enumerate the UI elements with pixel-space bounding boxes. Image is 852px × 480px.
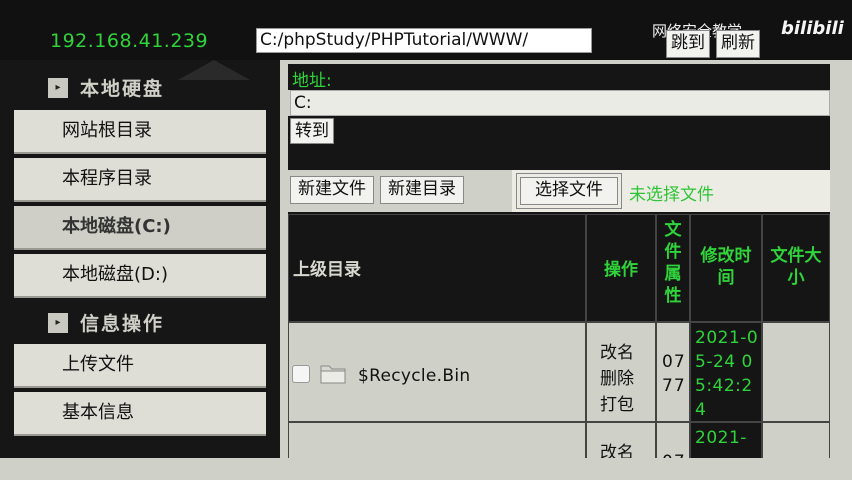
path-input[interactable]: C:/phpStudy/PHPTutorial/WWW/ [256, 28, 592, 53]
address-input[interactable]: C: [290, 90, 830, 116]
sidebar-item-upload[interactable]: 上传文件 [14, 344, 266, 388]
new-file-button[interactable]: 新建文件 [290, 176, 374, 204]
sidebar-heading-info-ops: ▸ 信息操作 [48, 305, 248, 341]
bottom-band [0, 458, 852, 480]
new-dir-button[interactable]: 新建目录 [380, 176, 464, 204]
goto-strip [288, 116, 830, 170]
pack-link[interactable]: 打包 [600, 390, 634, 415]
server-ip: 192.168.41.239 [50, 30, 209, 52]
sidebar-item-program-dir[interactable]: 本程序目录 [14, 158, 266, 202]
goto-button[interactable]: 转到 [290, 118, 334, 144]
parent-dir-header[interactable]: 上级目录 [288, 214, 586, 322]
rename-link[interactable]: 改名 [600, 338, 634, 363]
mtime-value: 2021-05-24 05:42:24 [695, 328, 759, 420]
folder-icon [320, 365, 346, 384]
jump-button[interactable]: 跳到 [666, 30, 710, 58]
sidebar-item-basic-info[interactable]: 基本信息 [14, 392, 266, 436]
sidebar-item-disk-c[interactable]: 本地磁盘(C:) [14, 206, 266, 250]
table-cell-size [762, 322, 830, 422]
address-label: 地址: [292, 71, 332, 91]
mtime-value: 2021- [695, 428, 747, 448]
bilibili-logo: bilibili [781, 18, 844, 39]
sidebar-item-disk-d[interactable]: 本地磁盘(D:) [14, 254, 266, 298]
sidebar-heading-label: 信息操作 [80, 313, 165, 335]
file-name-link[interactable]: $Recycle.Bin [358, 366, 470, 386]
sidebar-item-web-root[interactable]: 网站根目录 [14, 110, 266, 154]
mtime-header: 修改时间 [690, 214, 762, 322]
sidebar-heading-label: 本地硬盘 [80, 78, 165, 100]
address-bar [288, 64, 830, 90]
row-checkbox[interactable] [292, 365, 310, 383]
refresh-button[interactable]: 刷新 [716, 30, 760, 58]
no-file-text: 未选择文件 [629, 185, 714, 205]
info-icon: ▸ [48, 313, 68, 333]
sidebar-heading-local-disk: ▸ 本地硬盘 [48, 70, 248, 106]
ops-header: 操作 [586, 214, 656, 322]
disk-icon: ▸ [48, 78, 68, 98]
delete-link[interactable]: 删除 [600, 364, 634, 389]
attr-header: 文件属性 [656, 214, 690, 322]
choose-file-button[interactable]: 选择文件 [520, 177, 618, 205]
size-header: 文件大小 [762, 214, 830, 322]
attr-value: 0777 [662, 352, 686, 396]
